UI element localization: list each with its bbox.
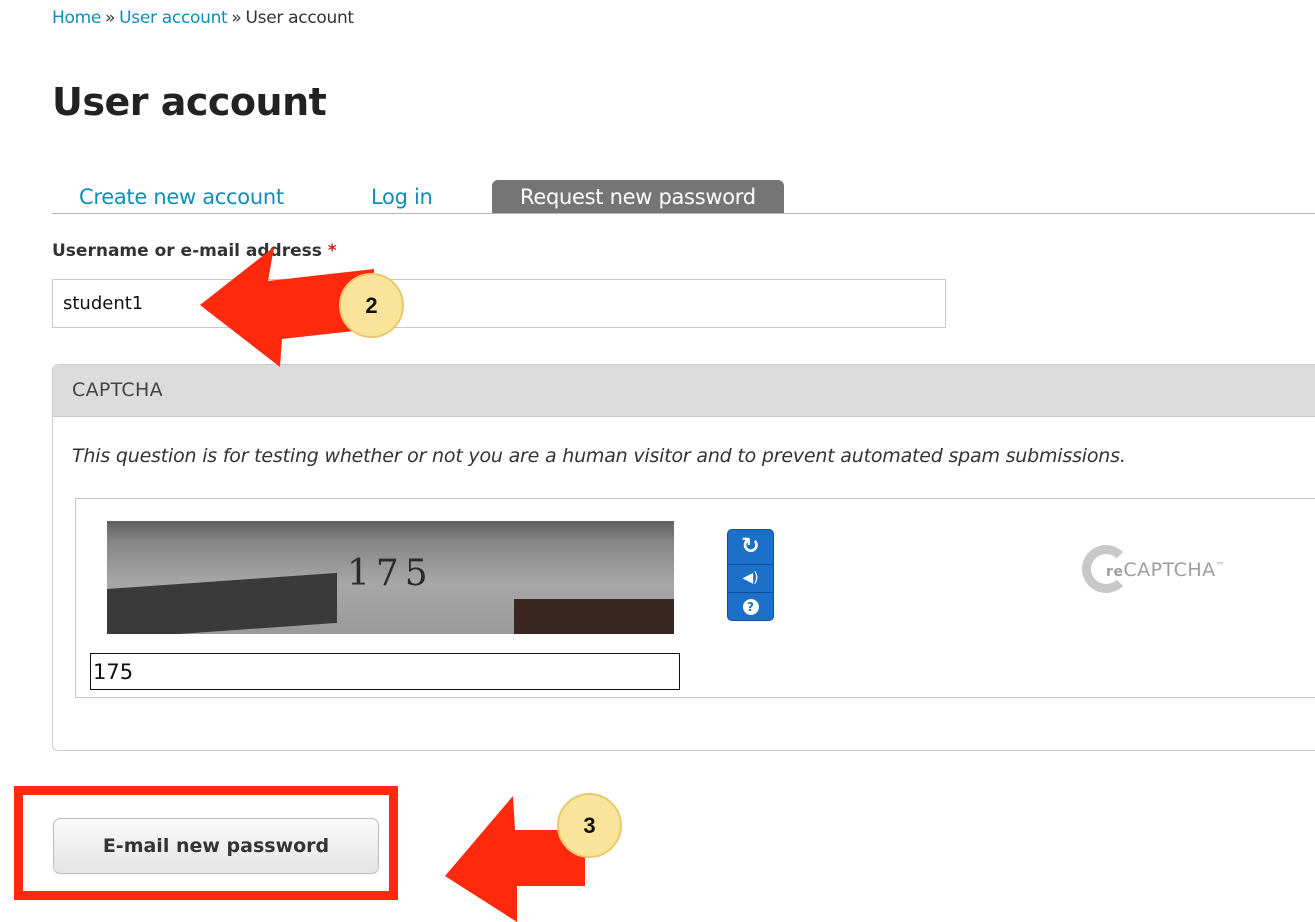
breadcrumb-separator: » bbox=[231, 8, 242, 28]
tab-create-new-account[interactable]: Create new account bbox=[79, 180, 284, 214]
captcha-image-shape bbox=[514, 599, 674, 634]
help-icon[interactable]: ? bbox=[727, 592, 774, 621]
page-title: User account bbox=[52, 80, 327, 124]
captcha-fieldset: CAPTCHA This question is for testing whe… bbox=[52, 364, 1315, 751]
breadcrumb: Home» User account» User account bbox=[52, 8, 354, 28]
tabs-divider bbox=[52, 213, 1315, 214]
help-icon-glyph: ? bbox=[742, 599, 759, 615]
captcha-image-text: 175 bbox=[347, 553, 434, 594]
recaptcha-widget: 175 ↻ ◀) ? reCAPTCHA™ bbox=[75, 498, 1315, 698]
captcha-image-shape bbox=[107, 572, 337, 634]
captcha-answer-input[interactable] bbox=[90, 653, 680, 690]
breadcrumb-user-account-link[interactable]: User account bbox=[119, 8, 228, 28]
refresh-icon[interactable]: ↻ bbox=[727, 529, 774, 565]
recaptcha-logo: reCAPTCHA™ bbox=[1082, 545, 1262, 605]
tab-request-new-password[interactable]: Request new password bbox=[492, 180, 784, 214]
breadcrumb-home-link[interactable]: Home bbox=[52, 8, 101, 28]
email-new-password-button[interactable]: E-mail new password bbox=[53, 818, 379, 874]
captcha-legend: CAPTCHA bbox=[72, 379, 163, 401]
annotation-badge-2: 2 bbox=[339, 273, 404, 338]
breadcrumb-separator: » bbox=[105, 8, 116, 28]
tab-log-in[interactable]: Log in bbox=[371, 180, 433, 214]
audio-icon[interactable]: ◀) bbox=[727, 564, 774, 593]
annotation-badge-3: 3 bbox=[557, 793, 622, 858]
breadcrumb-current: User account bbox=[245, 8, 355, 28]
username-input[interactable] bbox=[52, 279, 946, 328]
recaptcha-logo-text: reCAPTCHA™ bbox=[1106, 559, 1226, 581]
captcha-image: 175 bbox=[107, 521, 674, 634]
captcha-description: This question is for testing whether or … bbox=[72, 445, 1126, 467]
